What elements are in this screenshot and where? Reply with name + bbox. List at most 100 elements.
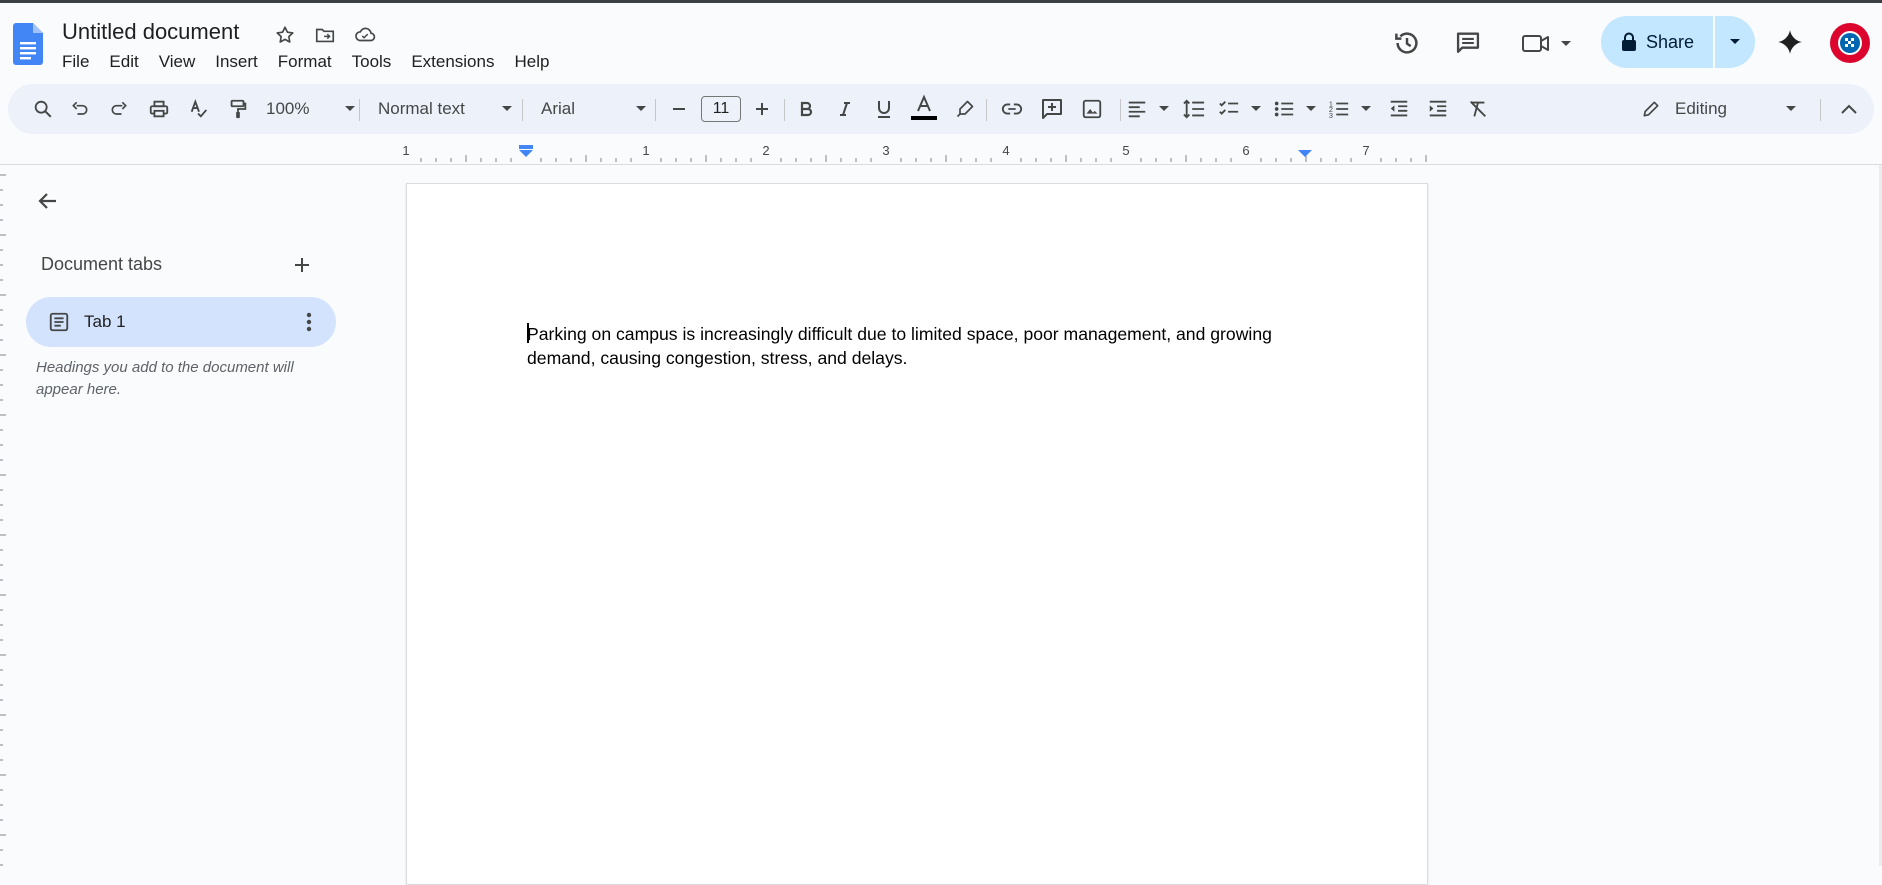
document-tabs-heading: Document tabs [41,254,163,274]
align-left-icon [1128,101,1146,118]
toolbar-divider [1820,99,1821,121]
chevron-down-icon [1159,106,1169,111]
decrease-indent-icon[interactable] [1383,84,1415,134]
italic-icon[interactable] [830,84,860,134]
meet-video-icon[interactable] [1519,26,1575,60]
toolbar-divider [359,99,360,121]
plus-icon [295,258,309,272]
chevron-down-icon [1306,106,1316,111]
ruler-label: 1 [402,143,409,158]
chevron-down-icon [502,106,512,111]
highlight-color-icon[interactable] [950,84,980,134]
lock-icon [1621,32,1636,51]
gemini-sparkle-icon[interactable] [1773,25,1807,59]
star-icon[interactable] [272,22,298,48]
checklist-select[interactable] [1218,84,1262,134]
line-spacing-icon[interactable] [1178,84,1210,134]
more-vert-icon [306,312,312,332]
tab-document-icon [49,312,69,332]
chevron-down-icon [1730,39,1740,44]
bulleted-list-select[interactable] [1273,84,1317,134]
header: Untitled document File Edit View Insert … [0,3,1882,83]
zoom-select[interactable]: 100% [266,84,356,134]
share-label: Share [1645,31,1695,52]
paragraph-style-value: Normal text [378,99,465,118]
ruler-label: 4 [1002,143,1009,158]
paragraph-style-select[interactable]: Normal text [378,84,513,134]
chevron-down-icon [1361,106,1371,111]
toolbar-divider [784,99,785,121]
chevron-down-icon [636,106,646,111]
document-page[interactable]: Parking on campus is increasingly diffic… [406,183,1428,885]
share-dropdown-button[interactable] [1715,16,1755,68]
ruler-label: 6 [1242,143,1249,158]
ruler-label: 3 [882,143,889,158]
share-button[interactable]: Share [1601,16,1713,68]
cloud-saved-icon[interactable] [352,22,378,48]
tab-label: Tab 1 [84,312,126,331]
editing-mode-select[interactable]: Editing [1625,90,1809,128]
underline-icon[interactable] [869,84,899,134]
editing-mode-label: Editing [1675,99,1727,118]
menu-insert[interactable]: Insert [205,48,268,76]
body-paragraph[interactable]: Parking on campus is increasingly diffic… [527,324,1272,368]
club-crest-icon [1831,24,1869,62]
docs-logo-icon[interactable] [13,23,43,65]
menu-bar: File Edit View Insert Format Tools Exten… [52,48,559,76]
right-indent-marker[interactable] [1298,150,1312,157]
add-comment-icon[interactable] [1035,84,1069,134]
menu-view[interactable]: View [149,48,206,76]
increase-font-size-icon[interactable] [747,84,777,134]
move-folder-icon[interactable] [312,22,338,48]
bold-icon[interactable] [791,84,821,134]
menu-tools[interactable]: Tools [342,48,402,76]
chevron-down-icon [1786,106,1796,111]
numbered-list-icon: 123 [1329,99,1349,120]
document-body[interactable]: Parking on campus is increasingly diffic… [527,322,1327,370]
undo-icon[interactable] [65,84,95,134]
increase-indent-icon[interactable] [1422,84,1454,134]
svg-text:3: 3 [1329,111,1333,120]
ruler-divider [0,164,1882,165]
menu-extensions[interactable]: Extensions [401,48,504,76]
pencil-icon [1643,101,1659,117]
outline-hint: Headings you add to the document will ap… [36,359,294,398]
bulleted-list-icon [1274,101,1294,117]
align-select[interactable] [1126,84,1170,134]
close-outline-back-button[interactable] [30,183,66,219]
collapse-menus-icon[interactable] [1832,84,1866,134]
search-menus-icon[interactable] [26,84,60,134]
horizontal-ruler[interactable]: 1 1 2 3 4 5 6 7 [0,140,1882,164]
menu-file[interactable]: File [52,48,99,76]
clear-formatting-icon[interactable] [1462,84,1494,134]
paint-format-icon[interactable] [223,84,253,134]
menu-edit[interactable]: Edit [99,48,148,76]
decrease-font-size-icon[interactable] [664,84,694,134]
tab-more-options-button[interactable] [296,309,322,335]
numbered-list-select[interactable]: 123 [1328,84,1372,134]
checklist-icon [1219,101,1239,115]
print-icon[interactable] [144,84,174,134]
vertical-ruler[interactable] [0,165,7,866]
account-avatar[interactable] [1830,23,1870,63]
menu-help[interactable]: Help [504,48,559,76]
left-indent-marker[interactable] [519,145,533,157]
font-size-input[interactable]: 11 [701,96,741,122]
spelling-check-icon[interactable] [184,84,214,134]
text-color-icon[interactable] [909,84,939,134]
font-family-select[interactable]: Arial [541,84,647,134]
document-title[interactable]: Untitled document [62,19,239,45]
zoom-value: 100% [266,99,310,118]
tab-item-1[interactable]: Tab 1 [26,297,336,347]
arrow-back-icon [38,193,56,209]
menu-format[interactable]: Format [268,48,342,76]
version-history-icon[interactable] [1390,26,1424,60]
share-button-group: Share [1601,16,1755,68]
redo-icon[interactable] [104,84,134,134]
font-family-value: Arial [541,99,576,118]
insert-link-icon[interactable] [995,84,1029,134]
insert-image-icon[interactable] [1075,84,1109,134]
comments-icon[interactable] [1451,26,1485,60]
ruler-label: 7 [1362,143,1369,158]
add-tab-button[interactable] [287,250,317,280]
